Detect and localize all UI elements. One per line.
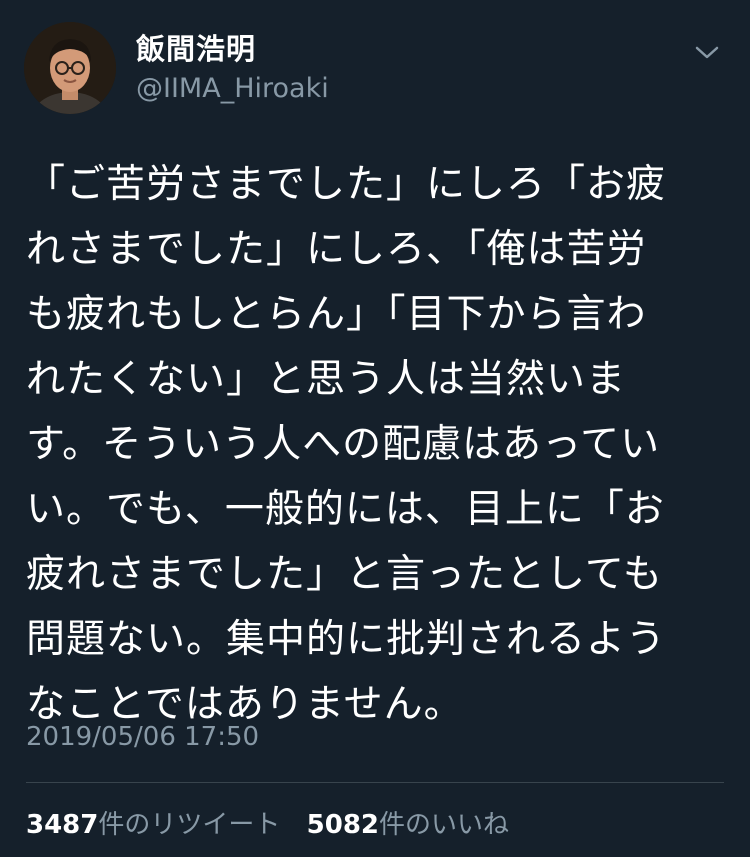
tweet-stats: 3487件のリツイート 5082件のいいね — [26, 808, 527, 842]
likes-label: 件のいいね — [379, 810, 510, 840]
tweet-timestamp: 2019/05/06 17:50 — [26, 722, 260, 752]
tweet-detail: 飯間浩明 @IIMA_Hiroaki 「ご苦労さまでした」にしろ「お疲 れさまで… — [0, 0, 750, 857]
display-name[interactable]: 飯間浩明 — [136, 32, 329, 66]
user-handle[interactable]: @IIMA_Hiroaki — [136, 72, 329, 106]
likes-count: 5082 — [306, 810, 380, 840]
avatar[interactable] — [24, 22, 116, 114]
avatar-portrait — [24, 22, 116, 114]
likes-stat[interactable]: 5082件のいいね — [307, 808, 509, 842]
retweets-label: 件のリツイート — [98, 810, 281, 840]
retweets-stat[interactable]: 3487件のリツイート — [26, 808, 280, 842]
tweet-header: 飯間浩明 @IIMA_Hiroaki — [24, 22, 726, 116]
chevron-down-icon[interactable] — [692, 42, 722, 62]
retweets-count: 3487 — [26, 810, 99, 840]
divider — [26, 782, 724, 783]
tweet-text: 「ご苦労さまでした」にしろ「お疲 れさまでした」にしろ、「俺は苦労 も疲れもしと… — [26, 162, 667, 727]
user-names[interactable]: 飯間浩明 @IIMA_Hiroaki — [136, 32, 329, 106]
